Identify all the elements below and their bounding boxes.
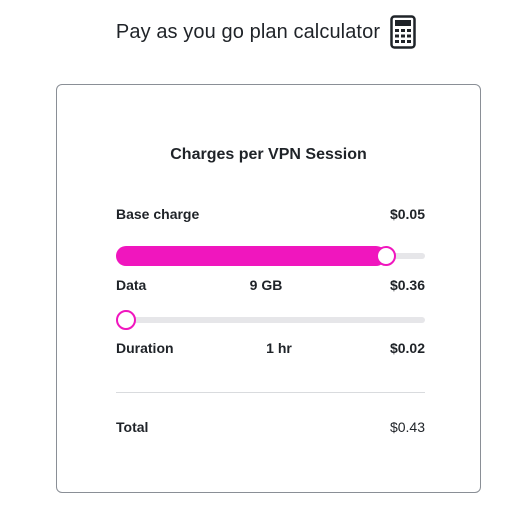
- duration-slider[interactable]: [116, 309, 425, 331]
- data-price: $0.36: [389, 277, 425, 293]
- duration-price: $0.02: [389, 340, 425, 356]
- base-charge-price: $0.05: [389, 206, 425, 222]
- base-charge-row: Base charge $0.05: [116, 206, 425, 224]
- calculator-icon: [390, 15, 416, 49]
- calculator-card: Charges per VPN Session Base charge $0.0…: [56, 84, 481, 493]
- data-amount: 9 GB: [249, 277, 283, 293]
- total-row: Total $0.43: [116, 419, 425, 437]
- total-label: Total: [116, 419, 149, 435]
- data-label: Data: [116, 277, 147, 293]
- duration-amount: 1 hr: [266, 340, 292, 356]
- duration-slider-track[interactable]: [116, 317, 425, 323]
- data-slider-thumb[interactable]: [376, 246, 397, 266]
- page-header: Pay as you go plan calculator: [0, 14, 532, 50]
- data-slider-fill: [116, 246, 387, 266]
- data-row: Data 9 GB $0.36: [116, 277, 425, 295]
- duration-label: Duration: [116, 340, 174, 356]
- base-charge-label: Base charge: [116, 206, 200, 222]
- total-price: $0.43: [389, 419, 425, 435]
- page-title: Pay as you go plan calculator: [115, 20, 381, 43]
- data-slider[interactable]: [116, 245, 425, 267]
- duration-row: Duration 1 hr $0.02: [116, 340, 425, 358]
- divider: [116, 392, 425, 393]
- card-heading: Charges per VPN Session: [170, 146, 367, 163]
- duration-slider-thumb[interactable]: [116, 310, 136, 330]
